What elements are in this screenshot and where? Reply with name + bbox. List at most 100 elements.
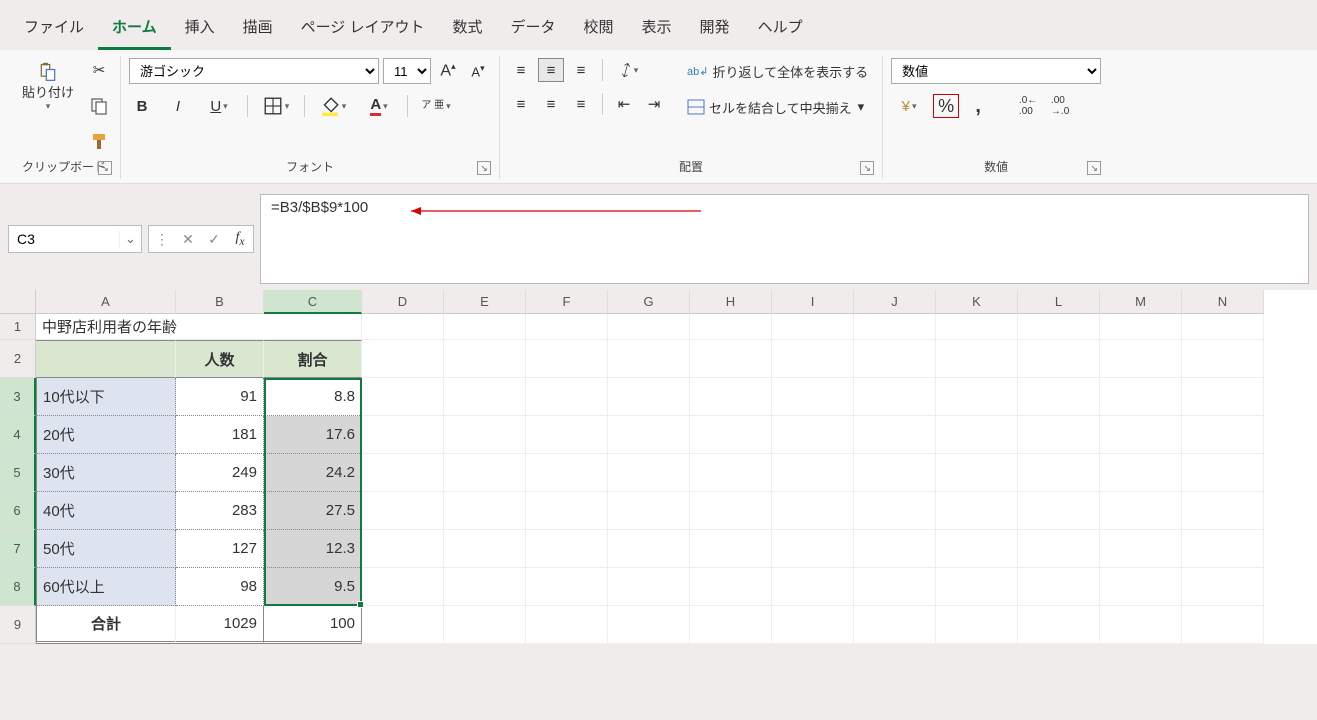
cell[interactable] [772,340,854,378]
cell[interactable] [444,492,526,530]
align-left-button[interactable]: ≡ [508,92,534,116]
cell[interactable] [608,492,690,530]
cell[interactable] [608,314,690,340]
cell[interactable] [444,340,526,378]
decrease-decimal-button[interactable]: .00→.0 [1047,94,1073,118]
cell[interactable] [772,314,854,340]
italic-button[interactable]: I [165,94,191,118]
col-header-B[interactable]: B [176,290,264,314]
menu-tab-3[interactable]: 描画 [229,8,287,50]
count-cell[interactable]: 98 [176,568,264,606]
ratio-cell[interactable]: 27.5 [264,492,362,530]
name-box[interactable]: ⌄ [8,225,142,253]
align-center-button[interactable]: ≡ [538,92,564,116]
cell[interactable] [362,568,444,606]
count-cell[interactable]: 91 [176,378,264,416]
cell[interactable] [772,568,854,606]
col-header-J[interactable]: J [854,290,936,314]
cell[interactable] [690,454,772,492]
cell[interactable] [936,492,1018,530]
cell[interactable] [1018,314,1100,340]
cell[interactable] [1182,454,1264,492]
align-bottom-button[interactable]: ≡ [568,58,594,82]
header-cat[interactable] [36,340,176,378]
col-header-D[interactable]: D [362,290,444,314]
cell[interactable] [690,416,772,454]
menu-tab-2[interactable]: 挿入 [171,8,229,50]
header-count[interactable]: 人数 [176,340,264,378]
increase-decimal-button[interactable]: .0←.00 [1015,94,1041,118]
cell[interactable] [772,416,854,454]
cell[interactable] [1100,568,1182,606]
ruby-button[interactable]: ア 亜▾ [418,94,454,118]
menu-tab-5[interactable]: 数式 [438,8,496,50]
indent-decrease-button[interactable]: ⇤ [611,92,637,116]
row-header-6[interactable]: 6 [0,492,36,530]
row-header-8[interactable]: 8 [0,568,36,606]
cell[interactable] [362,606,444,644]
cat-cell[interactable]: 20代 [36,416,176,454]
increase-font-button[interactable]: A▴ [435,59,461,83]
cell[interactable] [1182,340,1264,378]
merge-center-button[interactable]: セルを結合して中央揃え▾ [681,94,874,120]
col-header-E[interactable]: E [444,290,526,314]
cell[interactable] [1018,568,1100,606]
cell[interactable] [444,416,526,454]
cell[interactable] [1018,606,1100,644]
cell[interactable] [1018,340,1100,378]
orientation-button[interactable]: ⤢▾ [611,58,647,82]
fx-button[interactable]: fx [227,230,253,248]
cell[interactable] [1100,530,1182,568]
currency-button[interactable]: ¥▾ [891,94,927,118]
select-all-corner[interactable] [0,290,36,314]
dropdown-button[interactable]: ⋮ [149,231,175,248]
title-cell[interactable]: 中野店利用者の年齢 [36,314,362,340]
cell[interactable] [1182,568,1264,606]
cell[interactable] [854,606,936,644]
cell[interactable] [608,416,690,454]
cell[interactable] [690,340,772,378]
cell[interactable] [526,416,608,454]
cat-cell[interactable]: 60代以上 [36,568,176,606]
cell[interactable] [854,416,936,454]
cell[interactable] [1182,492,1264,530]
cell[interactable] [444,454,526,492]
cell[interactable] [690,530,772,568]
cell[interactable] [1100,492,1182,530]
cell[interactable] [526,378,608,416]
cell[interactable] [526,492,608,530]
cell[interactable] [936,568,1018,606]
cell[interactable] [1100,314,1182,340]
cell[interactable] [690,378,772,416]
cell[interactable] [854,530,936,568]
cell[interactable] [526,454,608,492]
cell[interactable] [690,314,772,340]
row-header-4[interactable]: 4 [0,416,36,454]
number-format-select[interactable]: 数値 [891,58,1101,84]
header-ratio[interactable]: 割合 [264,340,362,378]
total-ratio[interactable]: 100 [264,606,362,644]
paste-button[interactable]: 貼り付け ▾ [16,58,80,116]
cell[interactable] [1018,454,1100,492]
count-cell[interactable]: 181 [176,416,264,454]
cell[interactable] [1182,314,1264,340]
font-size-select[interactable]: 11 [383,58,431,84]
col-header-G[interactable]: G [608,290,690,314]
cancel-button[interactable]: ✕ [175,231,201,248]
bold-button[interactable]: B [129,94,155,118]
cell[interactable] [690,568,772,606]
border-button[interactable]: ▾ [258,94,294,118]
cat-cell[interactable]: 30代 [36,454,176,492]
cell[interactable] [1182,606,1264,644]
font-color-button[interactable]: A▾ [361,94,397,118]
cell[interactable] [854,454,936,492]
cell[interactable] [608,606,690,644]
dialog-launcher-icon[interactable]: ↘ [98,161,112,175]
dialog-launcher-icon[interactable]: ↘ [1087,161,1101,175]
cell[interactable] [362,416,444,454]
copy-button[interactable] [86,94,112,118]
col-header-H[interactable]: H [690,290,772,314]
cell[interactable] [1018,378,1100,416]
enter-button[interactable]: ✓ [201,231,227,248]
cell[interactable] [772,530,854,568]
